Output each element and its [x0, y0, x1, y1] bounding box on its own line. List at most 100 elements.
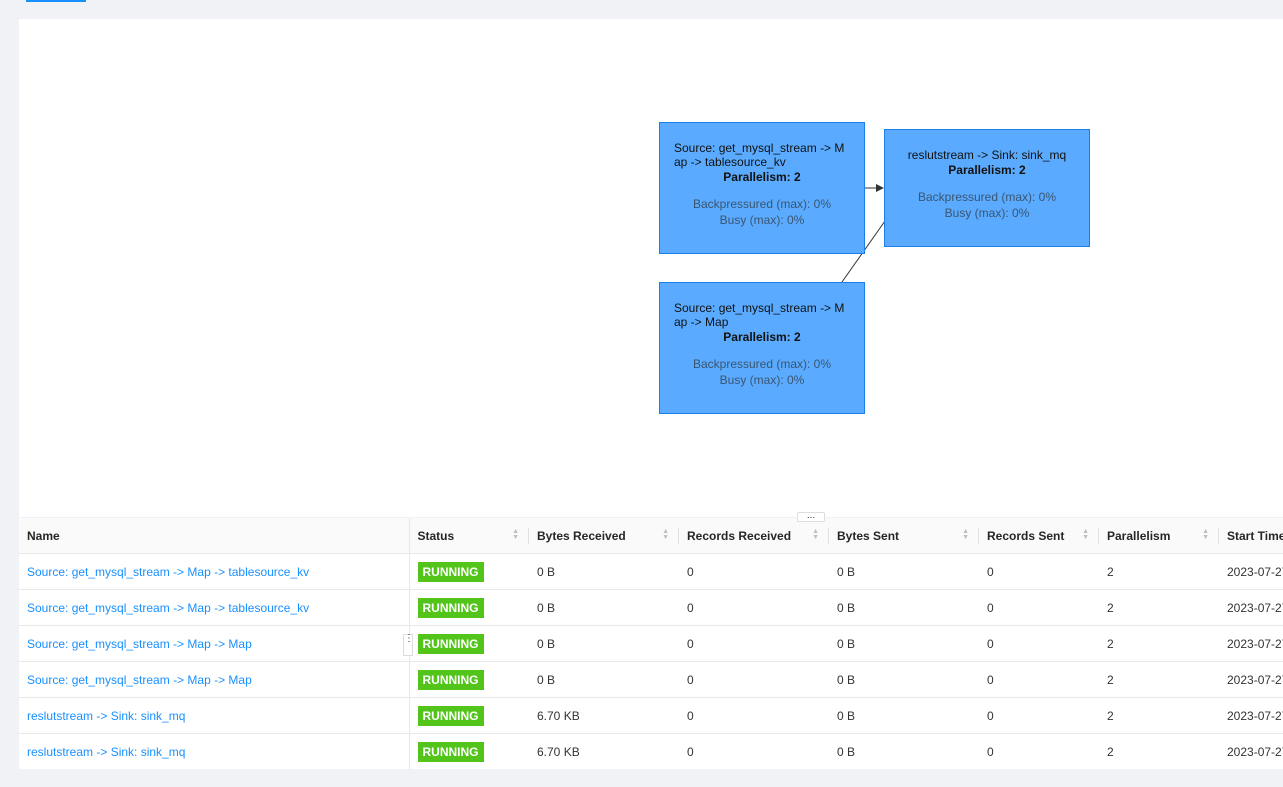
cell-start-time: 2023-07-27	[1219, 589, 1283, 626]
cell-bytes-sent: 0 B	[829, 661, 979, 698]
cell-bytes-sent: 0 B	[829, 553, 979, 590]
status-badge: RUNNING	[417, 741, 484, 762]
cell-parallelism: 2	[1099, 625, 1219, 662]
job-graph-panel[interactable]: Source: get_mysql_stream -> Map -> table…	[19, 19, 1283, 517]
cell-records-sent: 0	[979, 733, 1099, 769]
cell-name: Source: get_mysql_stream -> Map -> Map	[19, 625, 410, 662]
cell-bytes-received: 0 B	[529, 661, 679, 698]
cell-parallelism: 2	[1099, 697, 1219, 734]
node-busy: Busy (max): 0%	[944, 206, 1030, 220]
column-header-parallelism[interactable]: Parallelism ▲ ▼	[1099, 518, 1219, 554]
vertex-name-link[interactable]: Source: get_mysql_stream -> Map -> table…	[27, 601, 309, 615]
table-row[interactable]: Source: get_mysql_stream -> Map -> Map RU…	[19, 661, 1283, 698]
cell-name: reslutstream -> Sink: sink_mq	[19, 733, 410, 769]
cell-records-received: 0	[679, 661, 829, 698]
column-header-records-received[interactable]: Records Received ▲ ▼	[679, 518, 829, 554]
active-tab-indicator	[26, 0, 86, 2]
column-header-records-sent[interactable]: Records Sent ▲ ▼	[979, 518, 1099, 554]
cell-status: RUNNING	[409, 553, 529, 590]
node-parallelism: Parallelism: 2	[948, 163, 1026, 177]
cell-records-received: 0	[679, 553, 829, 590]
cell-bytes-received: 6.70 KB	[529, 733, 679, 769]
cell-status: RUNNING	[409, 697, 529, 734]
column-resize-handle[interactable]: ⋮	[403, 634, 414, 656]
cell-bytes-received: 6.70 KB	[529, 697, 679, 734]
column-header-bytes-received[interactable]: Bytes Received ▲ ▼	[529, 518, 679, 554]
cell-start-time: 2023-07-27	[1219, 625, 1283, 662]
node-parallelism: Parallelism: 2	[723, 330, 801, 344]
cell-records-sent: 0	[979, 697, 1099, 734]
cell-status: RUNNING	[409, 625, 529, 662]
column-header-name[interactable]: Name	[19, 518, 410, 554]
table-row[interactable]: reslutstream -> Sink: sink_mq RUNNING 6.70…	[19, 733, 1283, 769]
node-title: Source: get_mysql_stream -> Map -> Map	[674, 301, 845, 329]
sort-icon[interactable]: ▲ ▼	[1082, 528, 1089, 541]
cell-start-time: 2023-07-27	[1219, 661, 1283, 698]
subtask-table: Name Status ▲ ▼ Bytes Received ▲ ▼ Records R…	[19, 518, 1283, 769]
cell-start-time: 2023-07-27	[1219, 553, 1283, 590]
vertex-name-link[interactable]: reslutstream -> Sink: sink_mq	[27, 745, 185, 759]
cell-start-time: 2023-07-27	[1219, 697, 1283, 734]
column-header-start-time[interactable]: Start Time	[1219, 518, 1283, 554]
cell-bytes-sent: 0 B	[829, 733, 979, 769]
cell-name: Source: get_mysql_stream -> Map -> Map	[19, 661, 410, 698]
cell-records-received: 0	[679, 625, 829, 662]
table-row[interactable]: Source: get_mysql_stream -> Map -> table…	[19, 553, 1283, 590]
node-backpressured: Backpressured (max): 0%	[692, 357, 832, 371]
cell-bytes-sent: 0 B	[829, 697, 979, 734]
graph-edges	[841, 184, 886, 283]
cell-name: reslutstream -> Sink: sink_mq	[19, 697, 410, 734]
cell-bytes-received: 0 B	[529, 589, 679, 626]
cell-records-sent: 0	[979, 589, 1099, 626]
cell-name: Source: get_mysql_stream -> Map -> table…	[19, 589, 410, 626]
cell-parallelism: 2	[1099, 553, 1219, 590]
node-title: Source: get_mysql_stream -> Map -> table…	[674, 141, 845, 169]
vertex-name-link[interactable]: Source: get_mysql_stream -> Map -> table…	[27, 565, 309, 579]
vertex-name-link[interactable]: Source: get_mysql_stream -> Map -> Map	[27, 637, 252, 651]
vertex-name-link[interactable]: reslutstream -> Sink: sink_mq	[27, 709, 185, 723]
status-badge: RUNNING	[417, 669, 484, 690]
cell-bytes-sent: 0 B	[829, 625, 979, 662]
sort-icon[interactable]: ▲ ▼	[962, 528, 969, 541]
graph-node-sink[interactable]: reslutstream -> Sink: sink_mq Parallelis…	[884, 129, 1090, 247]
cell-records-received: 0	[679, 733, 829, 769]
cell-records-sent: 0	[979, 661, 1099, 698]
cell-parallelism: 2	[1099, 661, 1219, 698]
status-badge: RUNNING	[417, 633, 484, 654]
graph-node-source-tablesource[interactable]: Source: get_mysql_stream -> Map -> table…	[659, 122, 865, 254]
cell-name: Source: get_mysql_stream -> Map -> table…	[19, 553, 410, 590]
cell-bytes-received: 0 B	[529, 625, 679, 662]
cell-records-sent: 0	[979, 553, 1099, 590]
cell-parallelism: 2	[1099, 733, 1219, 769]
status-badge: RUNNING	[417, 597, 484, 618]
cell-parallelism: 2	[1099, 589, 1219, 626]
table-row[interactable]: Source: get_mysql_stream -> Map -> table…	[19, 589, 1283, 626]
table-header-row: Name Status ▲ ▼ Bytes Received ▲ ▼ Records R…	[19, 518, 1283, 554]
status-badge: RUNNING	[417, 561, 484, 582]
node-title: reslutstream -> Sink: sink_mq	[907, 148, 1067, 162]
vertex-name-link[interactable]: Source: get_mysql_stream -> Map -> Map	[27, 673, 252, 687]
sort-icon[interactable]: ▲ ▼	[1202, 528, 1209, 541]
sort-icon[interactable]: ▲ ▼	[512, 528, 519, 541]
node-backpressured: Backpressured (max): 0%	[917, 190, 1057, 204]
cell-records-received: 0	[679, 697, 829, 734]
cell-records-received: 0	[679, 589, 829, 626]
sort-icon[interactable]: ▲ ▼	[812, 528, 819, 541]
status-badge: RUNNING	[417, 705, 484, 726]
subtask-table-panel: Name Status ▲ ▼ Bytes Received ▲ ▼ Records R…	[19, 518, 1283, 769]
cell-start-time: 2023-07-27	[1219, 733, 1283, 769]
column-header-bytes-sent[interactable]: Bytes Sent ▲ ▼	[829, 518, 979, 554]
cell-records-sent: 0	[979, 625, 1099, 662]
table-row[interactable]: Source: get_mysql_stream -> Map -> Map RU…	[19, 625, 1283, 662]
cell-status: RUNNING	[409, 733, 529, 769]
node-busy: Busy (max): 0%	[719, 373, 805, 387]
node-busy: Busy (max): 0%	[719, 213, 805, 227]
cell-bytes-received: 0 B	[529, 553, 679, 590]
sort-icon[interactable]: ▲ ▼	[662, 528, 669, 541]
panel-splitter-handle[interactable]: ...	[797, 511, 825, 522]
node-parallelism: Parallelism: 2	[723, 170, 801, 184]
column-header-status[interactable]: Status ▲ ▼	[409, 518, 529, 554]
cell-status: RUNNING	[409, 589, 529, 626]
graph-node-source-map[interactable]: Source: get_mysql_stream -> Map -> Map P…	[659, 282, 865, 414]
table-row[interactable]: reslutstream -> Sink: sink_mq RUNNING 6.70…	[19, 697, 1283, 734]
